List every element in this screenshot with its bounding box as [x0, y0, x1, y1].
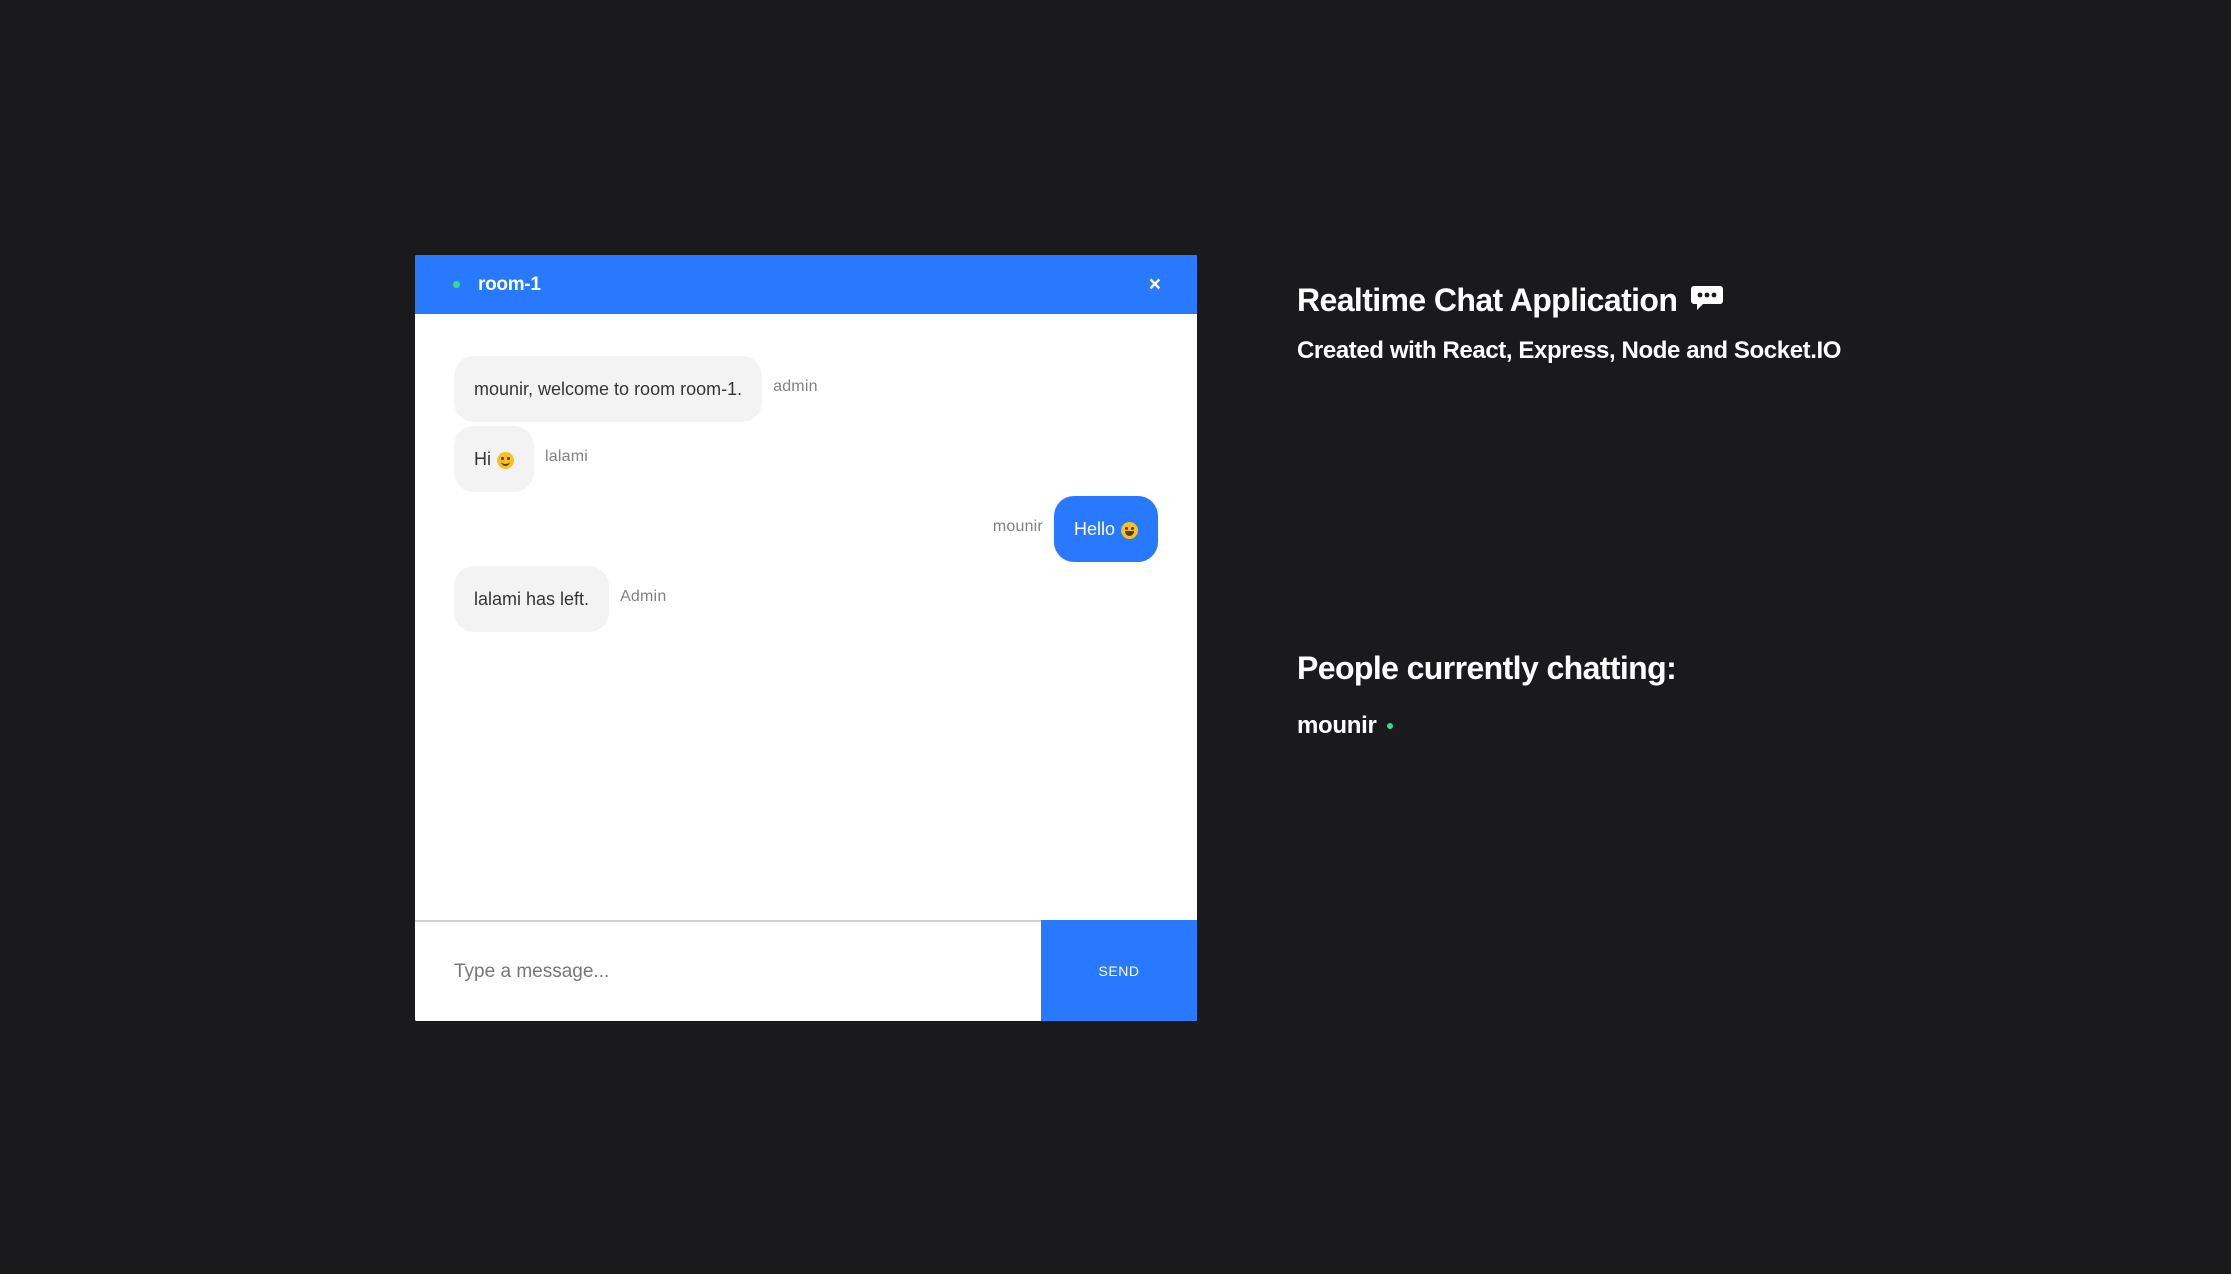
person-name: mounir	[1297, 712, 1377, 739]
room-name: room-1	[478, 273, 541, 295]
message-sender: admin	[773, 378, 818, 395]
message-sender: Admin	[620, 588, 667, 605]
message-text: Hello	[1073, 518, 1115, 539]
online-status-icon	[1386, 723, 1393, 729]
people-list: mounir	[1297, 712, 1393, 740]
people-title: People currently chatting:	[1297, 650, 1677, 686]
app-title: Realtime Chat Application	[1297, 275, 1841, 325]
message-form: SEND	[415, 920, 1197, 1021]
message-bubble: Hi	[454, 426, 534, 492]
online-status-icon	[453, 281, 460, 288]
message-text: Hi	[474, 448, 491, 469]
chat-window: room-1 × mounir, welcome to room room-1.…	[415, 255, 1197, 1021]
person-item: mounir	[1297, 712, 1393, 740]
send-button[interactable]: SEND	[1041, 920, 1197, 1021]
room-info: room-1	[453, 274, 541, 296]
app-title-text: Realtime Chat Application	[1297, 281, 1678, 318]
close-icon[interactable]: ×	[1149, 274, 1161, 295]
message-text: lalami has left.	[474, 588, 590, 609]
speech-bubble-icon	[1691, 286, 1724, 310]
message-bubble: mounir, welcome to room room-1.	[454, 356, 763, 422]
message-bubble: lalami has left.	[454, 566, 610, 632]
message-row: Hi lalami	[454, 426, 1158, 492]
message-row: mounir Hello	[454, 496, 1158, 562]
message-row: mounir, welcome to room room-1. admin	[454, 356, 1158, 422]
slightly-smiling-face-icon	[497, 451, 514, 469]
message-bubble: Hello	[1053, 496, 1158, 562]
app-subtitle: Created with React, Express, Node and So…	[1297, 337, 1842, 364]
message-row: lalami has left. Admin	[454, 566, 1158, 632]
message-sender: lalami	[545, 448, 588, 465]
grinning-face-icon	[1121, 521, 1138, 539]
app-info: Realtime Chat Application Created with R…	[1297, 275, 1841, 365]
message-text: mounir, welcome to room room-1.	[474, 378, 743, 399]
message-list[interactable]: mounir, welcome to room room-1. admin Hi…	[415, 314, 1197, 920]
message-input[interactable]	[415, 922, 1041, 1021]
chat-header: room-1 ×	[415, 255, 1197, 314]
message-sender: mounir	[992, 518, 1043, 535]
